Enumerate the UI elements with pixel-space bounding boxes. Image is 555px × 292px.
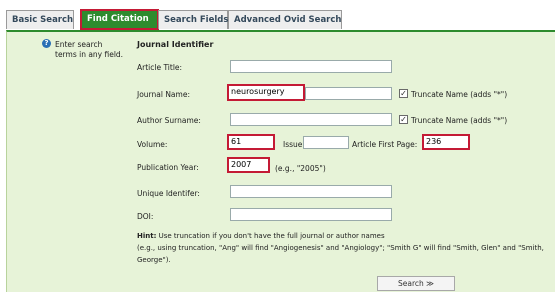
instruction-line1: Enter search bbox=[55, 40, 103, 49]
tab-find-citation[interactable]: Find Citation bbox=[80, 9, 159, 30]
section-title: Journal Identifier bbox=[137, 40, 214, 49]
unique-identifier-input[interactable] bbox=[230, 185, 392, 198]
volume-label: Volume: bbox=[137, 140, 168, 149]
hint-text: Use truncation if you don't have the ful… bbox=[158, 232, 385, 240]
issue-label: Issue: bbox=[283, 140, 305, 149]
truncate-author-label: Truncate Name (adds "*") bbox=[411, 116, 508, 125]
publication-year-label: Publication Year: bbox=[137, 163, 199, 172]
issue-input[interactable] bbox=[303, 136, 349, 149]
journal-name-input[interactable]: neurosurgery bbox=[227, 84, 305, 101]
doi-input[interactable] bbox=[230, 208, 392, 221]
info-icon: ? bbox=[42, 39, 51, 48]
publication-year-example: (e.g., "2005") bbox=[275, 164, 326, 173]
hint-line1: Hint: Use truncation if you don't have t… bbox=[137, 231, 385, 241]
truncate-journal-checkbox[interactable]: ✓ bbox=[399, 89, 408, 98]
hint-line2: (e.g., using truncation, "Ang" will find… bbox=[137, 244, 544, 252]
author-surname-input[interactable] bbox=[230, 113, 392, 126]
article-first-page-label: Article First Page: bbox=[352, 140, 418, 149]
tab-basic-search[interactable]: Basic Search bbox=[6, 10, 74, 29]
article-title-input[interactable] bbox=[230, 60, 392, 73]
article-title-label: Article Title: bbox=[137, 63, 183, 72]
journal-name-extension[interactable] bbox=[305, 87, 392, 100]
truncate-author-checkbox[interactable]: ✓ bbox=[399, 115, 408, 124]
volume-input[interactable]: 61 bbox=[227, 134, 275, 150]
doi-label: DOI: bbox=[137, 212, 154, 221]
unique-identifier-label: Unique Identifer: bbox=[137, 189, 200, 198]
citation-panel: ? Enter search terms in any field. Journ… bbox=[6, 30, 555, 292]
hint-title: Hint: bbox=[137, 232, 157, 240]
publication-year-input[interactable]: 2007 bbox=[227, 157, 270, 173]
article-first-page-input[interactable]: 236 bbox=[422, 134, 470, 150]
truncate-journal-label: Truncate Name (adds "*") bbox=[411, 90, 508, 99]
journal-name-label: Journal Name: bbox=[137, 90, 190, 99]
author-surname-label: Author Surname: bbox=[137, 116, 201, 125]
search-button[interactable]: Search ≫ bbox=[377, 276, 455, 291]
hint-line3: George"). bbox=[137, 256, 171, 264]
tab-advanced-ovid-search[interactable]: Advanced Ovid Search bbox=[228, 10, 342, 29]
instruction-line2: terms in any field. bbox=[55, 50, 124, 59]
tab-search-fields[interactable]: Search Fields bbox=[158, 10, 228, 29]
